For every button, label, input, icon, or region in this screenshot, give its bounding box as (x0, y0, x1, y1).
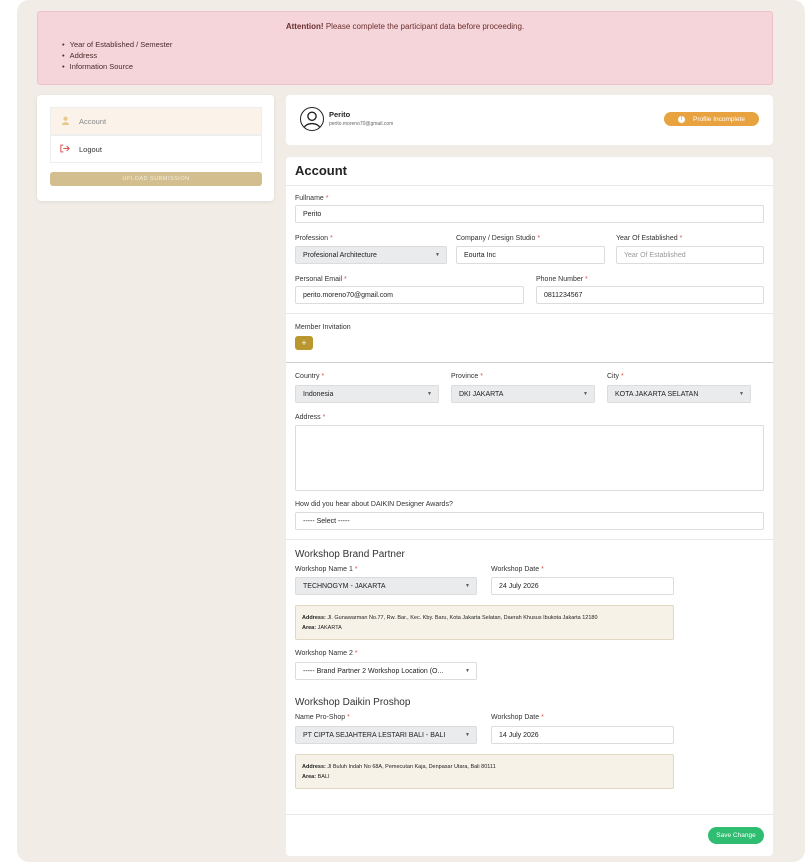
brand-partner-title: Workshop Brand Partner (295, 549, 405, 560)
city-select[interactable]: KOTA JAKARTA SELATAN ▼ (607, 385, 751, 403)
province-label: Province * (451, 373, 483, 380)
divider (286, 313, 773, 314)
email-label: Personal Email * (295, 276, 347, 283)
fullname-label: Fullname * (295, 195, 329, 202)
sidebar-item-account[interactable]: Account (50, 107, 262, 135)
country-label: Country * (295, 373, 325, 380)
country-select[interactable]: Indonesia ▼ (295, 385, 439, 403)
company-label: Company / Design Studio * (456, 235, 541, 242)
status-badge[interactable]: ! Profile Incomplete (664, 112, 759, 126)
workshop-name2-label: Workshop Name 2 * (295, 650, 358, 657)
chevron-down-icon: ▼ (739, 391, 744, 397)
list-item: Information Source (62, 61, 172, 72)
list-item: Year of Established / Semester (62, 39, 173, 50)
chevron-down-icon: ▼ (427, 391, 432, 397)
divider (286, 185, 773, 186)
year-label: Year Of Established * (616, 235, 683, 242)
proshop-name-label: Name Pro-Shop * (295, 714, 350, 721)
brand-partner-address-box: Address: Jl. Gunawarman No.77, Rw. Bar.,… (295, 605, 674, 640)
workshop-date-field[interactable]: 24 July 2026 (491, 577, 674, 595)
chevron-down-icon: ▼ (465, 732, 470, 738)
chevron-down-icon: ▼ (583, 391, 588, 397)
proshop-address-box: Address: Jl Buluh Indah No 68A, Pemecuta… (295, 754, 674, 789)
workshop-name1-select[interactable]: TECHNOGYM - JAKARTA ▼ (295, 577, 477, 595)
proshop-date-label: Workshop Date * (491, 714, 544, 721)
chevron-down-icon: ▼ (435, 252, 440, 258)
address-line: Address: Jl Buluh Indah No 68A, Pemecuta… (302, 764, 496, 770)
sidebar-item-label: Logout (79, 144, 102, 154)
company-field[interactable]: Eourta Inc (456, 246, 605, 264)
save-button[interactable]: Save Change (708, 827, 764, 844)
email-field[interactable]: perito.moreno70@gmail.com (295, 286, 524, 304)
profile-card: Perito perito.moreno70@gmail.com ! Profi… (286, 95, 773, 145)
proshop-date-field[interactable]: 14 July 2026 (491, 726, 674, 744)
area-line: Area: JAKARTA (302, 625, 342, 631)
fullname-field[interactable]: Perito (295, 205, 764, 223)
sidebar-item-logout[interactable]: Logout (50, 135, 262, 163)
profile-email: perito.moreno70@gmail.com (329, 121, 394, 127)
member-invitation-label: Member Invitation (295, 324, 351, 331)
phone-label: Phone Number * (536, 276, 588, 283)
missing-fields-list: Year of Established / Semester Address I… (62, 39, 173, 72)
address-label: Address * (295, 414, 326, 421)
chevron-down-icon: ▼ (465, 668, 470, 674)
page-title: Account (295, 163, 347, 178)
proshop-title: Workshop Daikin Proshop (295, 697, 411, 708)
chevron-down-icon: ▼ (465, 583, 470, 589)
add-member-button[interactable]: + (295, 336, 313, 350)
list-item: Address (62, 50, 172, 61)
year-field[interactable]: Year Of Established (616, 246, 764, 264)
proshop-name-select[interactable]: PT CIPTA SEJAHTERA LESTARI BALI - BALI ▼ (295, 726, 477, 744)
source-label: How did you hear about DAIKIN Designer A… (295, 501, 453, 508)
profile-name: Perito (329, 110, 351, 119)
alert-message: Attention! Please complete the participa… (285, 22, 525, 31)
user-icon (59, 116, 71, 127)
logout-icon (59, 144, 71, 155)
divider (286, 362, 773, 363)
user-avatar-icon (303, 111, 321, 130)
workshop-name2-select[interactable]: ----- Brand Partner 2 Workshop Location … (295, 662, 477, 680)
area-line: Area: BALI (302, 774, 330, 780)
workshop-date-label: Workshop Date * (491, 566, 544, 573)
account-form: Account Fullname * Perito Profession * P… (286, 157, 773, 856)
source-select[interactable]: ----- Select ----- (295, 512, 764, 530)
profession-select[interactable]: Profesional Architecture ▼ (295, 246, 447, 264)
province-select[interactable]: DKI JAKARTA ▼ (451, 385, 595, 403)
status-badge-label: Profile Incomplete (692, 115, 746, 123)
address-line: Address: Jl. Gunawarman No.77, Rw. Bar.,… (302, 615, 598, 621)
upload-submission-button[interactable]: UPLOAD SUBMISSION (50, 172, 262, 186)
address-textarea[interactable] (295, 425, 764, 491)
sidebar: Account Logout UPLOAD SUBMISSION (37, 95, 274, 201)
avatar (300, 107, 324, 131)
divider (286, 814, 773, 815)
phone-field[interactable]: 0811234567 (536, 286, 764, 304)
sidebar-item-label: Account (79, 116, 107, 126)
divider (286, 539, 773, 540)
attention-alert: Attention! Please complete the participa… (37, 11, 773, 85)
workshop-name1-label: Workshop Name 1 * (295, 566, 358, 573)
info-icon: ! (677, 115, 685, 123)
city-label: City * (607, 373, 624, 380)
profession-label: Profession * (295, 235, 333, 242)
